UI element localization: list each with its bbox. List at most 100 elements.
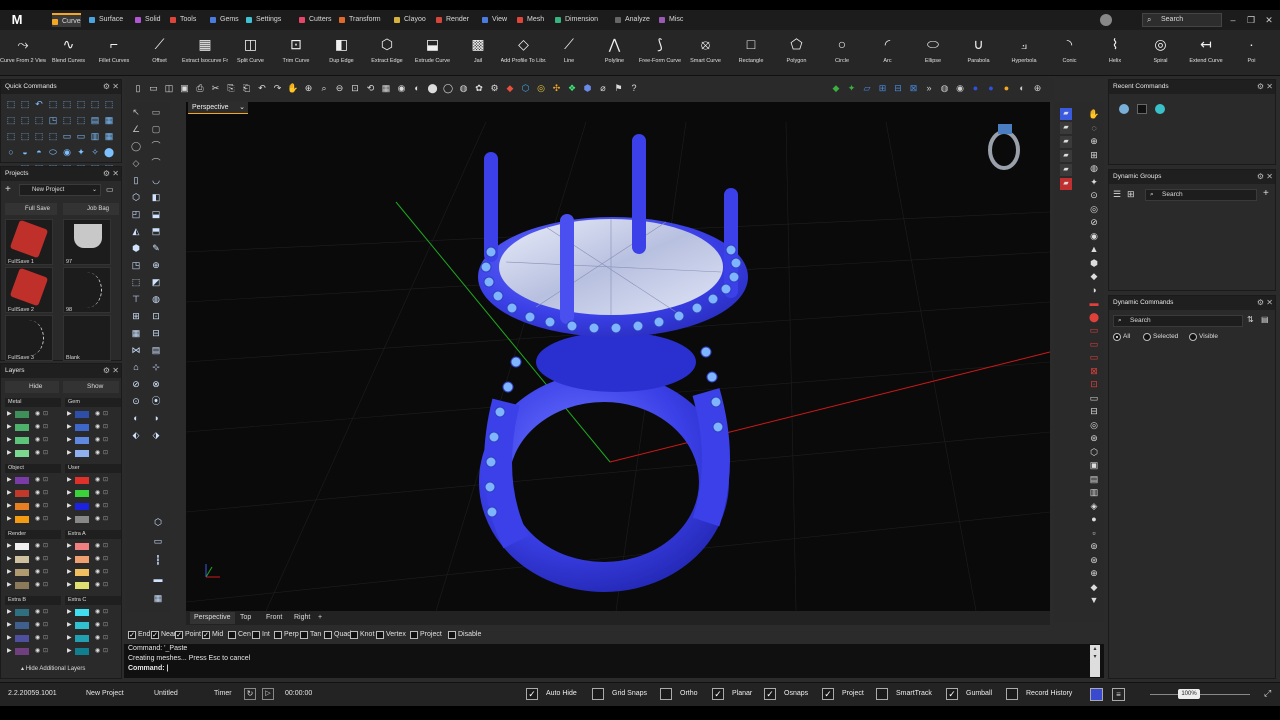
toolbar-tool-icon[interactable]: ⊕: [303, 82, 315, 94]
left-tool-icon[interactable]: ◳: [130, 259, 142, 271]
project-thumbnail[interactable]: FullSave 1: [5, 219, 53, 265]
panel-controls-icon[interactable]: ⚙ ✕: [103, 364, 119, 378]
project-thumbnail[interactable]: FullSave 2: [5, 267, 53, 313]
display-mode-icon[interactable]: ✦: [846, 82, 858, 94]
lock-icon[interactable]: ⊡: [43, 449, 48, 456]
right-tool-icon[interactable]: ▬: [1088, 297, 1100, 309]
left-tool-icon[interactable]: ⊹: [150, 361, 162, 373]
toolbar-tool-icon[interactable]: ◯: [442, 82, 454, 94]
right-tool-icon[interactable]: ▫: [1088, 527, 1100, 539]
lock-icon[interactable]: ⊡: [43, 542, 48, 549]
left-tool-icon[interactable]: ◑: [150, 412, 162, 424]
toolbar-tool-icon[interactable]: ⬤: [427, 82, 439, 94]
restore-icon[interactable]: ❐: [1244, 13, 1258, 27]
lock-icon[interactable]: ⊡: [103, 634, 108, 641]
filter-radio-selected[interactable]: Selected: [1143, 332, 1178, 342]
expand-triangle-icon[interactable]: ▶: [7, 436, 12, 443]
layer-row[interactable]: ▶ ◉ ⊡: [65, 647, 121, 655]
left-tool-icon[interactable]: ⋈: [130, 344, 142, 356]
right-tool-icon[interactable]: ✋: [1088, 108, 1100, 120]
toolbar-tool-icon[interactable]: ✋: [287, 82, 299, 94]
left-tool-icon[interactable]: ⌂: [130, 361, 142, 373]
grid-view-icon[interactable]: ⊞: [1127, 189, 1135, 200]
expand-triangle-icon[interactable]: ▶: [67, 621, 72, 628]
view-tab-right[interactable]: Right: [290, 612, 314, 624]
left-tool-icon[interactable]: ◭: [130, 225, 142, 237]
layer-color-swatch[interactable]: [15, 543, 29, 550]
expand-triangle-icon[interactable]: ▶: [7, 621, 12, 628]
right-tool-icon[interactable]: ◉: [1088, 230, 1100, 242]
layer-color-swatch[interactable]: [15, 503, 29, 510]
right-tool-icon[interactable]: ▼: [1088, 594, 1100, 606]
notes-icon[interactable]: ≡: [1112, 688, 1125, 701]
toolbar-tool-icon[interactable]: ✣: [551, 82, 563, 94]
left-tool-icon[interactable]: ⊞: [130, 310, 142, 322]
right-tool-icon[interactable]: ▭: [1088, 392, 1100, 404]
status-toggle-osnaps[interactable]: ✓ Osnaps: [764, 688, 808, 700]
status-toggle-gumball[interactable]: ✓ Gumball: [946, 688, 992, 700]
quick-command-icon[interactable]: ↶: [33, 98, 45, 110]
expand-triangle-icon[interactable]: ▶: [7, 555, 12, 562]
toolbar-tool-icon[interactable]: ◍: [458, 82, 470, 94]
eye-icon[interactable]: ◉: [35, 542, 40, 549]
filter-radio-visible[interactable]: Visible: [1189, 332, 1218, 342]
right-tool-icon[interactable]: ⊙: [1088, 189, 1100, 201]
toolbar-tool-icon[interactable]: ◉: [396, 82, 408, 94]
ribbon-button-add-profile[interactable]: ◇ Add Profile To Libr...: [501, 34, 547, 74]
osnap-quad[interactable]: Quad: [324, 630, 351, 640]
layer-row[interactable]: ▶ ◉ ⊡: [65, 581, 121, 589]
ribbon-button-extract-isocurve[interactable]: ▦ Extract Isocurve Fr...: [182, 34, 228, 74]
command-scrollbar[interactable]: ▴ ▾: [1090, 645, 1100, 677]
viewport-label[interactable]: Perspective ⌄: [188, 102, 248, 114]
lock-icon[interactable]: ⊡: [43, 634, 48, 641]
eye-icon[interactable]: ◉: [95, 423, 100, 430]
eye-icon[interactable]: ◉: [35, 608, 40, 615]
left-tool-icon[interactable]: ⊗: [150, 378, 162, 390]
layer-row[interactable]: ▶ ◉ ⊡: [65, 608, 121, 616]
eye-icon[interactable]: ◉: [95, 476, 100, 483]
toolbar-tool-icon[interactable]: ⬢: [582, 82, 594, 94]
layer-color-swatch[interactable]: [15, 411, 29, 418]
lock-icon[interactable]: ⊡: [103, 502, 108, 509]
ribbon-button-fillet-curves[interactable]: ⌐ Fillet Curves: [91, 34, 137, 74]
layer-row[interactable]: ▶ ◉ ⊡: [5, 608, 61, 616]
right-tool-icon[interactable]: ◆: [1088, 581, 1100, 593]
layer-color-swatch[interactable]: [75, 648, 89, 655]
left-tool-icon[interactable]: ◍: [150, 293, 162, 305]
lock-icon[interactable]: ⊡: [43, 502, 48, 509]
layer-row[interactable]: ▶ ◉ ⊡: [5, 449, 61, 457]
zoom-value[interactable]: 100%: [1178, 689, 1200, 699]
layer-row[interactable]: ▶ ◉ ⊡: [5, 489, 61, 497]
layer-color-swatch[interactable]: [75, 477, 89, 484]
right-tool-icon[interactable]: ▣: [1088, 459, 1100, 471]
eye-icon[interactable]: ◉: [95, 449, 100, 456]
layer-color-swatch[interactable]: [15, 437, 29, 444]
tab-render[interactable]: Render: [436, 13, 469, 27]
expand-triangle-icon[interactable]: ▶: [7, 647, 12, 654]
expand-triangle-icon[interactable]: ▶: [7, 515, 12, 522]
folder-icon[interactable]: ▭: [106, 185, 114, 194]
osnap-perp[interactable]: Perp: [274, 630, 299, 640]
display-mode-icon[interactable]: ⊕: [1032, 82, 1044, 94]
status-toggle-record-history[interactable]: Record History: [1006, 688, 1072, 700]
view-tab-front[interactable]: Front: [262, 612, 286, 624]
display-mode-icon[interactable]: ◍: [939, 82, 951, 94]
quick-command-icon[interactable]: ▭: [75, 130, 87, 142]
ribbon-button-arc[interactable]: ◜ Arc: [865, 34, 911, 74]
lock-icon[interactable]: ⊡: [43, 489, 48, 496]
tab-tools[interactable]: Tools: [170, 13, 196, 27]
layer-color-swatch[interactable]: [75, 543, 89, 550]
layer-group-header[interactable]: Object: [5, 464, 61, 473]
toolbar-tool-icon[interactable]: ◎: [535, 82, 547, 94]
toolbar-tool-icon[interactable]: ⎘: [225, 82, 237, 94]
expand-triangle-icon[interactable]: ▶: [67, 410, 72, 417]
ribbon-button-spiral[interactable]: ◎ Spiral: [1138, 34, 1184, 74]
tab-cutters[interactable]: Cutters: [299, 13, 332, 27]
display-panel-icon[interactable]: ▰: [1060, 122, 1072, 134]
osnap-project[interactable]: Project: [410, 630, 442, 640]
expand-triangle-icon[interactable]: ▶: [67, 436, 72, 443]
left-tool-icon[interactable]: ◯: [130, 140, 142, 152]
toolbar-tool-icon[interactable]: ✿: [473, 82, 485, 94]
lock-icon[interactable]: ⊡: [103, 542, 108, 549]
left-tool-icon[interactable]: ∠: [130, 123, 142, 135]
